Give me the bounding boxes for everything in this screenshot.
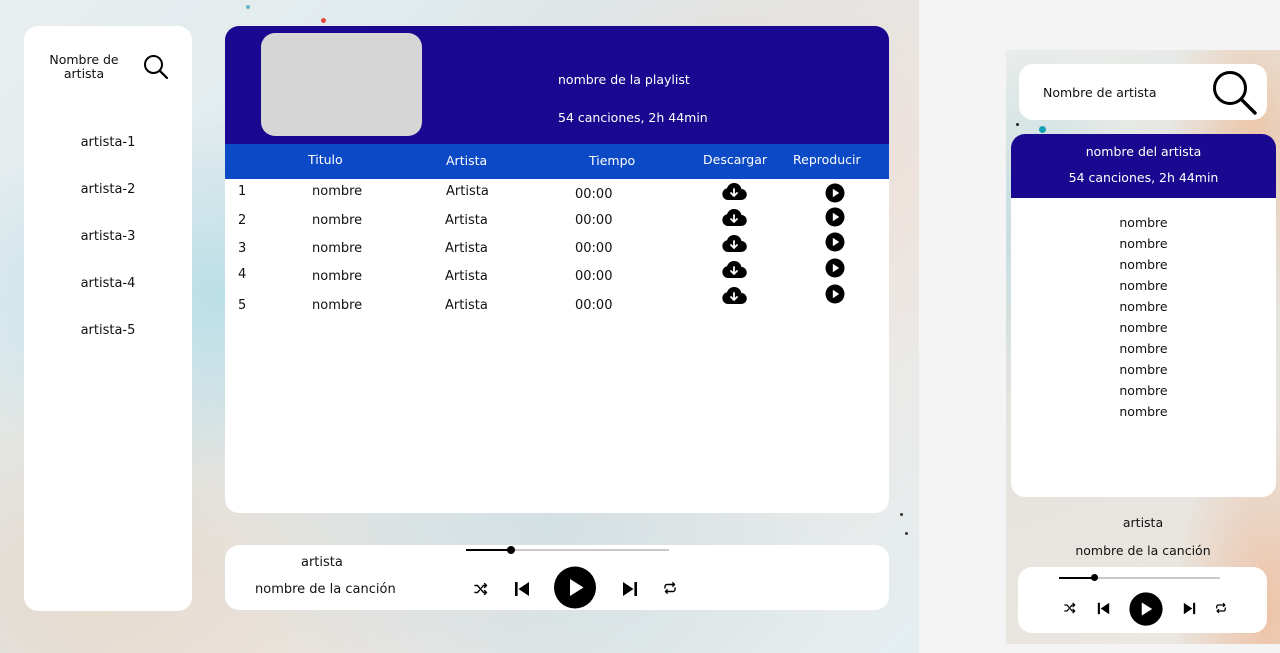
table-row[interactable]: 3 nombre Artista 00:00 bbox=[225, 241, 889, 267]
list-item[interactable]: nombre bbox=[1011, 404, 1276, 419]
row-artist: Artista bbox=[445, 298, 488, 313]
player-bar: artista nombre de la canción bbox=[225, 545, 889, 610]
row-artist: Artista bbox=[445, 213, 488, 228]
list-item[interactable]: nombre bbox=[1011, 383, 1276, 398]
search-icon[interactable] bbox=[1209, 68, 1259, 118]
row-time: 00:00 bbox=[575, 298, 613, 313]
column-header-title[interactable]: Titulo bbox=[308, 152, 343, 167]
progress-fill bbox=[1059, 577, 1094, 579]
repeat-icon[interactable] bbox=[662, 580, 678, 596]
column-header-play[interactable]: Reproducir bbox=[793, 152, 861, 167]
list-item[interactable]: nombre bbox=[1011, 278, 1276, 293]
cloud-download-icon[interactable] bbox=[721, 234, 747, 254]
list-item[interactable]: nombre bbox=[1011, 215, 1276, 230]
play-icon[interactable] bbox=[554, 566, 598, 610]
background-speck bbox=[1016, 123, 1019, 126]
sidebar-item-artist[interactable]: artista-4 bbox=[24, 276, 192, 291]
table-row[interactable]: 5 nombre Artista 00:00 bbox=[225, 298, 889, 324]
mobile-player-bar bbox=[1018, 567, 1267, 633]
shuffle-icon[interactable] bbox=[473, 581, 489, 597]
row-time: 00:00 bbox=[575, 187, 613, 202]
row-artist: Artista bbox=[446, 184, 489, 199]
play-circle-icon[interactable] bbox=[822, 284, 848, 304]
background-speck bbox=[321, 18, 326, 23]
row-time: 00:00 bbox=[575, 241, 613, 256]
skip-back-icon[interactable] bbox=[512, 579, 532, 599]
row-time: 00:00 bbox=[575, 269, 613, 284]
progress-slider[interactable] bbox=[466, 546, 669, 554]
list-item[interactable]: nombre bbox=[1011, 320, 1276, 335]
column-header-artist[interactable]: Artista bbox=[446, 153, 487, 168]
column-header-time[interactable]: Tiempo bbox=[589, 153, 635, 168]
row-artist: Artista bbox=[445, 241, 488, 256]
sidebar-item-artist[interactable]: artista-5 bbox=[24, 323, 192, 338]
row-number: 5 bbox=[238, 298, 247, 313]
play-circle-icon[interactable] bbox=[822, 258, 848, 278]
list-item[interactable]: nombre bbox=[1011, 299, 1276, 314]
list-item[interactable]: nombre bbox=[1011, 341, 1276, 356]
list-item[interactable]: nombre bbox=[1011, 257, 1276, 272]
skip-back-icon[interactable] bbox=[1095, 600, 1111, 616]
mobile-artist-meta: 54 canciones, 2h 44min bbox=[1068, 170, 1219, 185]
sidebar-item-artist[interactable]: artista-2 bbox=[24, 182, 192, 197]
progress-slider[interactable] bbox=[1059, 574, 1220, 581]
table-header: Titulo Artista Tiempo Descargar Reproduc… bbox=[225, 144, 889, 179]
sidebar-item-artist[interactable]: artista-1 bbox=[24, 135, 192, 150]
playlist-header: nombre de la playlist 54 canciones, 2h 4… bbox=[225, 26, 889, 144]
play-circle-icon[interactable] bbox=[822, 232, 848, 252]
now-playing-artist: artista bbox=[301, 555, 343, 570]
table-row[interactable]: 1 nombre Artista 00:00 bbox=[225, 184, 889, 210]
sidebar-item-artist[interactable]: artista-3 bbox=[24, 229, 192, 244]
skip-forward-icon[interactable] bbox=[1181, 600, 1197, 616]
row-number: 4 bbox=[238, 267, 247, 282]
row-time: 00:00 bbox=[575, 213, 613, 228]
mobile-artist-panel: nombre del artista 54 canciones, 2h 44mi… bbox=[1011, 134, 1276, 497]
now-playing-song: nombre de la canción bbox=[255, 582, 396, 597]
row-number: 3 bbox=[238, 241, 247, 256]
artist-search-label[interactable]: Nombre de artista bbox=[44, 53, 124, 81]
skip-forward-icon[interactable] bbox=[620, 579, 640, 599]
row-number: 2 bbox=[238, 213, 247, 228]
playlist-panel: nombre de la playlist 54 canciones, 2h 4… bbox=[225, 26, 889, 513]
mobile-search-bar[interactable]: Nombre de artista bbox=[1019, 64, 1267, 120]
playlist-meta: 54 canciones, 2h 44min bbox=[558, 110, 708, 125]
row-title: nombre bbox=[312, 213, 363, 228]
progress-knob[interactable] bbox=[1090, 574, 1098, 581]
progress-knob[interactable] bbox=[507, 546, 515, 554]
table-row[interactable]: 4 nombre Artista 00:00 bbox=[225, 267, 889, 293]
row-artist: Artista bbox=[445, 269, 488, 284]
background-speck bbox=[1039, 126, 1046, 133]
background-speck bbox=[900, 513, 903, 516]
playlist-title: nombre de la playlist bbox=[558, 72, 690, 87]
mobile-now-playing-song: nombre de la canción bbox=[1075, 543, 1211, 558]
background-speck bbox=[246, 5, 250, 9]
row-title: nombre bbox=[312, 269, 363, 284]
mobile-artist-name: nombre del artista bbox=[1085, 144, 1202, 159]
row-title: nombre bbox=[312, 184, 363, 199]
background-speck bbox=[905, 532, 908, 535]
column-header-download[interactable]: Descargar bbox=[703, 152, 767, 167]
repeat-icon[interactable] bbox=[1214, 601, 1228, 615]
list-item[interactable]: nombre bbox=[1011, 362, 1276, 377]
cloud-download-icon[interactable] bbox=[721, 260, 747, 280]
playlist-cover-image bbox=[261, 33, 422, 136]
play-icon[interactable] bbox=[1129, 592, 1163, 626]
cloud-download-icon[interactable] bbox=[721, 208, 747, 228]
cloud-download-icon[interactable] bbox=[721, 286, 747, 306]
play-circle-icon[interactable] bbox=[822, 207, 848, 227]
artist-sidebar: Nombre de artista artista-1 artista-2 ar… bbox=[24, 26, 192, 611]
row-number: 1 bbox=[238, 184, 247, 199]
play-circle-icon[interactable] bbox=[822, 183, 848, 203]
row-title: nombre bbox=[312, 298, 363, 313]
search-icon[interactable] bbox=[142, 53, 170, 81]
cloud-download-icon[interactable] bbox=[721, 182, 747, 202]
mobile-now-playing-artist: artista bbox=[1122, 515, 1164, 530]
mobile-artist-header: nombre del artista 54 canciones, 2h 44mi… bbox=[1011, 134, 1276, 198]
row-title: nombre bbox=[312, 241, 363, 256]
mobile-search-label[interactable]: Nombre de artista bbox=[1043, 85, 1156, 100]
table-row[interactable]: 2 nombre Artista 00:00 bbox=[225, 213, 889, 239]
progress-fill bbox=[466, 549, 511, 551]
shuffle-icon[interactable] bbox=[1063, 601, 1077, 615]
list-item[interactable]: nombre bbox=[1011, 236, 1276, 251]
